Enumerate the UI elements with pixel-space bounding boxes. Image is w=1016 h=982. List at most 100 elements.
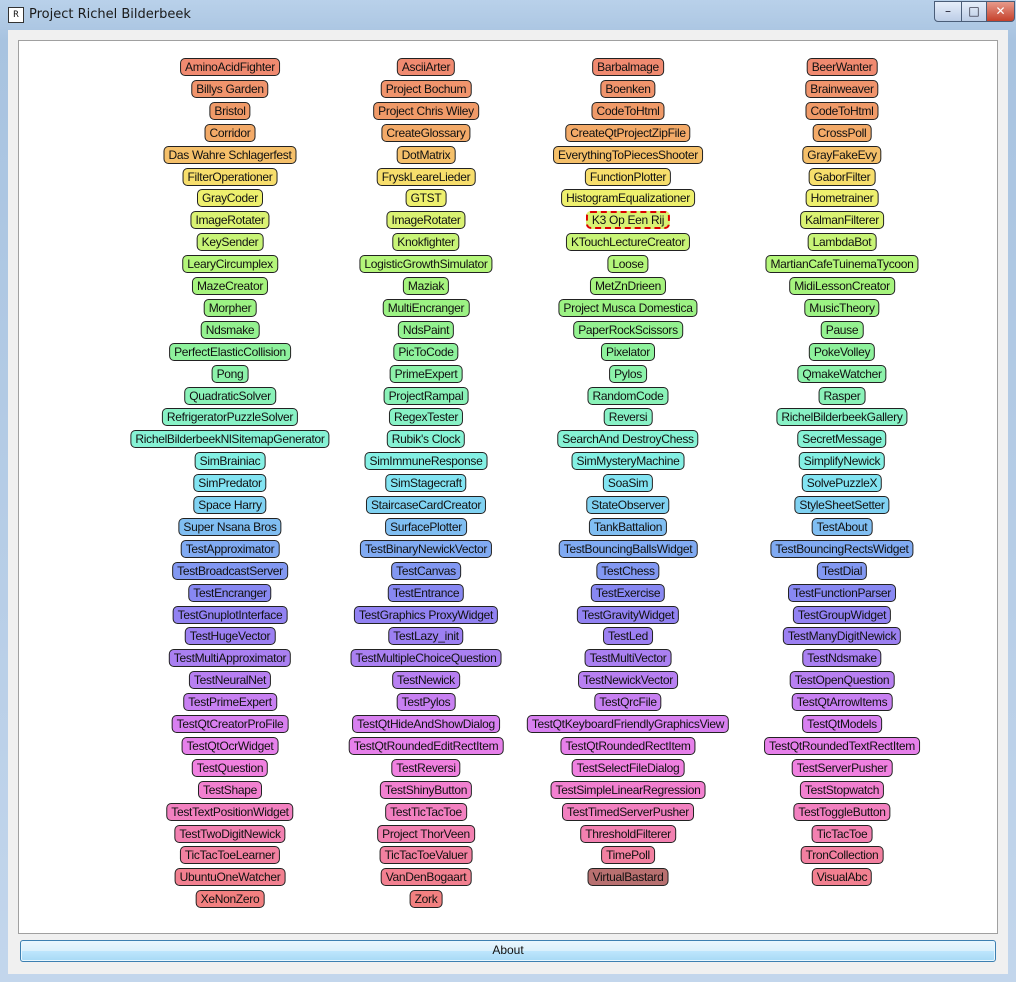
project-button[interactable]: LogisticGrowthSimulator — [359, 255, 493, 273]
project-button[interactable]: TestSelectFileDialog — [571, 759, 685, 777]
project-button[interactable]: Space Harry — [193, 496, 267, 514]
project-button[interactable]: TestNdsmake — [802, 649, 882, 667]
project-button[interactable]: TestShinyButton — [379, 781, 473, 799]
project-button[interactable]: TestOpenQuestion — [789, 671, 895, 689]
project-button[interactable]: GrayCoder — [197, 189, 263, 207]
project-button[interactable]: TestNewickVector — [578, 671, 678, 689]
project-button[interactable]: Ndsmake — [200, 321, 260, 339]
project-button[interactable]: TicTacToe — [811, 825, 873, 843]
project-button[interactable]: DotMatrix — [396, 146, 456, 164]
project-button[interactable]: SimplifyNewick — [798, 452, 886, 470]
project-button[interactable]: CodeToHtml — [591, 102, 665, 120]
project-button[interactable]: PokeVolley — [808, 343, 876, 361]
project-button[interactable]: Project Bochum — [380, 80, 472, 98]
project-button[interactable]: SurfacePlotter — [385, 518, 467, 536]
project-button[interactable]: Reversi — [603, 408, 653, 426]
project-button[interactable]: GaborFilter — [808, 168, 876, 186]
project-button[interactable]: Brainweaver — [805, 80, 879, 98]
project-button[interactable]: TestGnuplotInterface — [172, 606, 288, 624]
project-button[interactable]: EverythingToPiecesShooter — [553, 146, 703, 164]
project-button[interactable]: TestTwoDigitNewick — [174, 825, 286, 843]
project-button[interactable]: TestBouncingRectsWidget — [770, 540, 914, 558]
project-button[interactable]: SolvePuzzleX — [801, 474, 883, 492]
project-button[interactable]: TestToggleButton — [793, 803, 891, 821]
project-button[interactable]: LearyCircumplex — [182, 255, 278, 273]
project-button[interactable]: RandomCode — [587, 387, 669, 405]
project-button[interactable]: MidiLessonCreator — [789, 277, 895, 295]
project-button[interactable]: AsciiArter — [396, 58, 456, 76]
project-button[interactable]: TestMultiApproximator — [168, 649, 292, 667]
project-button[interactable]: Billys Garden — [191, 80, 269, 98]
project-button[interactable]: TestQtArrowItems — [791, 693, 893, 711]
project-button[interactable]: QmakeWatcher — [797, 365, 887, 383]
project-button[interactable]: TestExercise — [590, 584, 666, 602]
project-button[interactable]: VirtualBastard — [587, 868, 669, 886]
project-button[interactable]: FilterOperationer — [182, 168, 278, 186]
project-button[interactable]: TimePoll — [601, 846, 655, 864]
project-button[interactable]: TestSimpleLinearRegression — [550, 781, 706, 799]
project-button[interactable]: QuadraticSolver — [184, 387, 276, 405]
project-button[interactable]: TestTicTacToe — [385, 803, 467, 821]
project-button[interactable]: TestDial — [816, 562, 868, 580]
project-button[interactable]: CrossPoll — [812, 124, 872, 142]
project-button[interactable]: TestApproximator — [180, 540, 280, 558]
project-button[interactable]: MultiEncranger — [382, 299, 470, 317]
project-button[interactable]: Pause — [820, 321, 864, 339]
project-button[interactable]: RichelBilderbeekGallery — [776, 408, 908, 426]
project-button[interactable]: TestEncranger — [188, 584, 272, 602]
project-button[interactable]: KTouchLectureCreator — [565, 233, 691, 251]
project-button[interactable]: TestQtOcrWidget — [181, 737, 279, 755]
project-button[interactable]: KalmanFilterer — [800, 211, 884, 229]
project-button[interactable]: Boenken — [600, 80, 656, 98]
project-button[interactable]: VanDenBogaart — [380, 868, 472, 886]
project-button[interactable]: TestHugeVector — [184, 627, 276, 645]
project-button[interactable]: TestQtRoundedTextRectItem — [764, 737, 920, 755]
project-button[interactable]: SecretMessage — [797, 430, 887, 448]
project-button[interactable]: TestGroupWidget — [792, 606, 892, 624]
project-button[interactable]: TankBattalion — [588, 518, 668, 536]
project-button[interactable]: ThresholdFilterer — [580, 825, 676, 843]
project-button[interactable]: Project Chris Wiley — [373, 102, 479, 120]
project-button[interactable]: Project Musca Domestica — [558, 299, 698, 317]
minimize-button[interactable]: – — [934, 1, 962, 22]
project-button[interactable]: Project ThorVeen — [377, 825, 475, 843]
project-button[interactable]: PicToCode — [393, 343, 459, 361]
project-button[interactable]: PrimeExpert — [389, 365, 463, 383]
maximize-button[interactable]: □ — [961, 1, 987, 22]
project-button[interactable]: MetZnDrieen — [589, 277, 667, 295]
project-button[interactable]: TestQtRoundedEditRectItem — [348, 737, 504, 755]
project-button[interactable]: Pong — [211, 365, 249, 383]
project-button[interactable]: TestManyDigitNewick — [782, 627, 902, 645]
project-button[interactable]: TestMultiVector — [584, 649, 672, 667]
project-button[interactable]: TestPrimeExpert — [183, 693, 277, 711]
title-bar[interactable]: R Project Richel Bilderbeek – □ ✕ — [0, 0, 1016, 30]
project-button[interactable]: Bristol — [209, 102, 251, 120]
project-button[interactable]: BeerWanter — [806, 58, 878, 76]
project-button[interactable]: MazeCreator — [191, 277, 269, 295]
project-button[interactable]: Loose — [607, 255, 649, 273]
project-button[interactable]: TronCollection — [800, 846, 884, 864]
project-button[interactable]: TestGraphics ProxyWidget — [353, 606, 499, 624]
project-button[interactable]: SimImmuneResponse — [364, 452, 488, 470]
project-button[interactable]: Barbalmage — [592, 58, 664, 76]
project-button[interactable]: XeNonZero — [195, 890, 265, 908]
project-button[interactable]: TestBroadcastServer — [172, 562, 288, 580]
project-button[interactable]: MusicTheory — [804, 299, 880, 317]
project-button[interactable]: TestReversi — [391, 759, 461, 777]
project-button[interactable]: TestBouncingBallsWidget — [558, 540, 698, 558]
project-button[interactable]: RegexTester — [388, 408, 464, 426]
project-button[interactable]: ImageRotater — [190, 211, 270, 229]
project-button[interactable]: Hometrainer — [805, 189, 879, 207]
project-button[interactable]: SimStagecraft — [385, 474, 467, 492]
project-button[interactable]: SoaSim — [602, 474, 654, 492]
project-button[interactable]: TestQtHideAndShowDialog — [352, 715, 500, 733]
project-button[interactable]: K3 Op Een Rij — [585, 211, 671, 229]
project-button[interactable]: SearchAnd DestroyChess — [557, 430, 699, 448]
project-button[interactable]: TestQtKeyboardFriendlyGraphicsView — [526, 715, 730, 733]
project-button[interactable]: Zork — [409, 890, 443, 908]
project-button[interactable]: StaircaseCardCreator — [365, 496, 487, 514]
project-button[interactable]: Knokfighter — [392, 233, 460, 251]
project-button[interactable]: FryskLeareLieder — [376, 168, 476, 186]
project-button[interactable]: TestQtRoundedRectItem — [560, 737, 696, 755]
project-button[interactable]: NdsPaint — [397, 321, 455, 339]
